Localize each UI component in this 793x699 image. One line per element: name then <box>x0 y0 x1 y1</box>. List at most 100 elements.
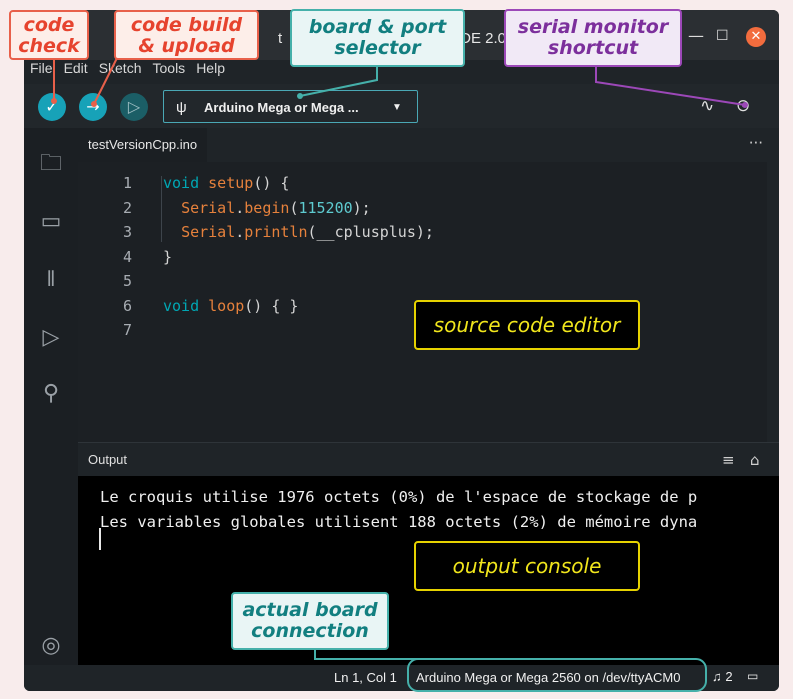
notifications[interactable]: ♫ 2 <box>712 669 733 684</box>
line-number: 6 <box>122 296 132 315</box>
line-number: 2 <box>122 198 132 217</box>
output-line: Le croquis utilise 1976 octets (0%) de l… <box>100 488 698 506</box>
callout-line: serial monitor <box>517 16 669 38</box>
code-token: void <box>163 296 200 315</box>
code-token: . <box>235 223 245 241</box>
menu-edit[interactable]: Edit <box>64 60 88 76</box>
code-token: Serial <box>181 223 236 241</box>
code-line: void setup() { <box>163 174 289 192</box>
bell-icon: ♫ <box>712 669 722 684</box>
callout-line: code build <box>130 14 243 36</box>
menu-help[interactable]: Help <box>196 60 225 76</box>
code-token: . <box>235 198 245 217</box>
sidebar: 🗀 ▭ 𝍪 ▷ ⚲ ◎ <box>24 128 78 673</box>
serial-plotter-icon[interactable]: ∿ <box>700 96 714 116</box>
minimize-icon[interactable]: — <box>688 26 704 45</box>
callout-code-check: code check <box>9 10 89 60</box>
callout-line: & upload <box>138 35 235 57</box>
window-title-end: DE 2.0 <box>460 30 507 47</box>
check-icon: ✓ <box>45 97 59 116</box>
menu-bar: File Edit Sketch Tools Help <box>30 60 236 80</box>
window-title-start: t <box>278 30 283 47</box>
callout-line: board & port <box>308 16 447 38</box>
code-token: void <box>163 174 200 192</box>
debug-icon: ▷ <box>127 97 141 116</box>
board-selector[interactable]: ψ Arduino Mega or Mega ... ▼ <box>163 90 418 123</box>
tab-sketch[interactable]: testVersionCpp.ino <box>78 128 208 163</box>
text-cursor <box>99 528 101 550</box>
maximize-icon[interactable]: ☐ <box>716 28 729 44</box>
menu-sketch[interactable]: Sketch <box>99 60 142 76</box>
callout-line: code <box>23 14 75 36</box>
indent-guide <box>161 176 162 242</box>
lock-scroll-icon[interactable]: ⌂ <box>750 451 760 469</box>
callout-build-upload: code build & upload <box>114 10 259 60</box>
close-icon[interactable]: ✕ <box>746 27 766 47</box>
tab-bar: testVersionCpp.ino ··· <box>78 128 779 163</box>
code-token: begin <box>244 198 290 217</box>
chevron-down-icon: ▼ <box>392 102 402 113</box>
editor-scrollbar[interactable] <box>767 162 779 442</box>
toggle-panel-icon[interactable]: ▭ <box>747 669 758 683</box>
notifications-count: 2 <box>725 669 733 684</box>
menu-tools[interactable]: Tools <box>153 60 186 76</box>
library-icon[interactable]: 𝍪 <box>37 266 65 294</box>
callout-line: shortcut <box>547 37 639 59</box>
serial-monitor-icon[interactable]: ⊙ <box>736 96 750 116</box>
debug-button[interactable]: ▷ <box>120 93 148 121</box>
toolbar: ✓ → ▷ ψ Arduino Mega or Mega ... ▼ ∿ ⊙ <box>24 84 779 128</box>
code-token: ); <box>352 198 371 217</box>
cursor-position: Ln 1, Col 1 <box>334 670 397 685</box>
output-header: Output ≡ ⌂ <box>78 442 779 477</box>
line-number: 1 <box>122 174 132 192</box>
status-bar: Ln 1, Col 1 Arduino Mega or Mega 2560 on… <box>24 665 779 691</box>
callout-output-console: output console <box>414 541 640 591</box>
board-selector-label: Arduino Mega or Mega ... <box>204 100 359 115</box>
callout-line: check <box>18 35 80 57</box>
account-icon[interactable]: ◎ <box>37 632 65 660</box>
upload-button[interactable]: → <box>79 93 107 121</box>
callout-line: selector <box>334 37 421 59</box>
arrow-right-icon: → <box>86 97 100 116</box>
code-line: void loop() { } <box>163 297 298 315</box>
code-token: (__cplusplus); <box>307 223 434 241</box>
code-token: println <box>244 223 308 241</box>
code-line: Serial.begin(115200); <box>163 199 371 217</box>
callout-serial-monitor: serial monitor shortcut <box>504 9 682 67</box>
boards-icon[interactable]: ▭ <box>37 208 65 236</box>
more-icon[interactable]: ··· <box>749 128 763 158</box>
ide-window: t DE 2.0 — ☐ ✕ File Edit Sketch Tools Help ✓ … <box>24 10 779 691</box>
clear-output-icon[interactable]: ≡ <box>722 451 735 469</box>
board-connection[interactable]: Arduino Mega or Mega 2560 on /dev/ttyACM… <box>416 670 680 685</box>
search-icon[interactable]: ⚲ <box>37 380 65 408</box>
code-line: Serial.println(__cplusplus); <box>163 223 434 241</box>
code-token: Serial <box>181 198 236 217</box>
callout-board-port: board & port selector <box>290 9 465 67</box>
menu-file[interactable]: File <box>30 60 53 76</box>
code-token: } <box>163 247 173 266</box>
callout-line: actual board <box>242 599 378 621</box>
debug-icon[interactable]: ▷ <box>37 324 65 352</box>
line-number: 7 <box>122 321 132 339</box>
folder-icon[interactable]: 🗀 <box>37 150 65 178</box>
callout-source-editor: source code editor <box>414 300 640 350</box>
line-number: 3 <box>122 223 132 241</box>
output-title: Output <box>88 452 128 467</box>
usb-icon: ψ <box>176 99 187 116</box>
callout-line: connection <box>251 620 369 642</box>
callout-board-connection: actual board connection <box>231 592 389 650</box>
verify-button[interactable]: ✓ <box>38 93 66 121</box>
line-number: 5 <box>122 272 132 290</box>
code-line: } <box>163 248 172 266</box>
line-number: 4 <box>122 247 132 266</box>
code-token: loop <box>208 296 245 315</box>
code-token: () { <box>253 174 290 192</box>
code-token: () { } <box>244 296 299 315</box>
code-token: setup <box>208 174 254 192</box>
output-line: Les variables globales utilisent 188 oct… <box>100 513 698 531</box>
line-gutter: 1 2 3 4 5 6 7 <box>78 162 162 442</box>
